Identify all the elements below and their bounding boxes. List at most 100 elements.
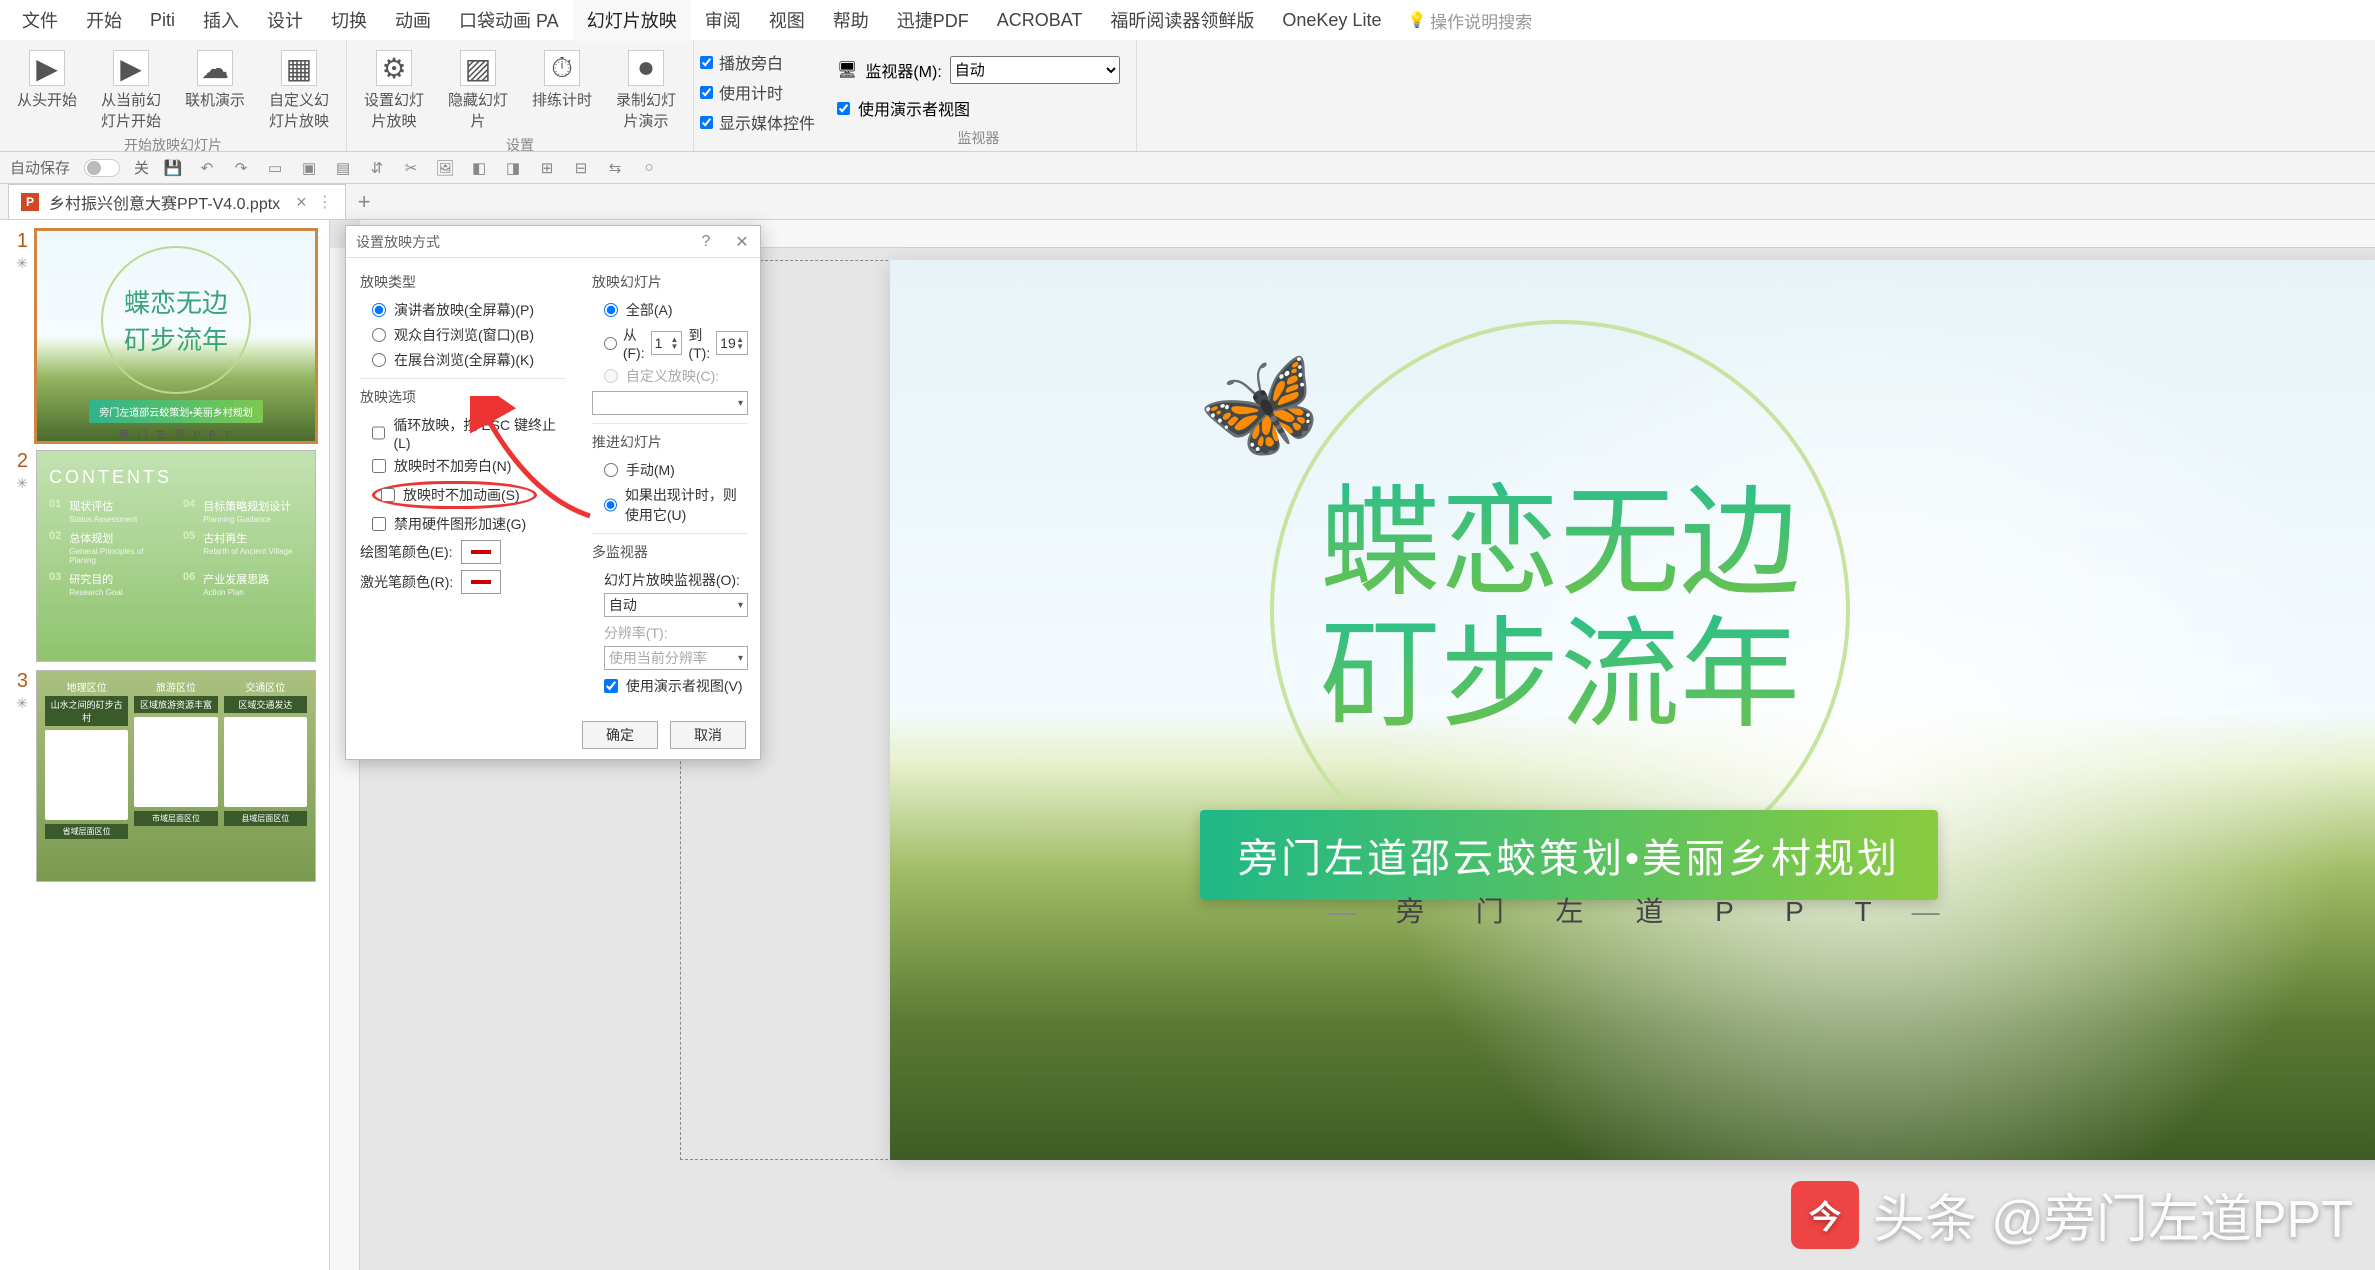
tab-slideshow[interactable]: 幻灯片放映 <box>573 0 691 41</box>
slide-thumbnail-2[interactable]: CONTENTS 01现状评估Status Assessment 04目标策略规… <box>36 450 316 662</box>
resolution-select: 使用当前分辨率▾ <box>604 646 748 670</box>
monitor-select[interactable]: 自动 <box>950 56 1120 84</box>
undo-icon[interactable]: ↶ <box>197 158 217 178</box>
tab-design[interactable]: 设计 <box>253 0 317 41</box>
setup-slideshow-button[interactable]: ⚙设置幻灯片放映 <box>357 46 431 135</box>
qat-icon[interactable]: ⊞ <box>537 158 557 178</box>
dialog-help-button[interactable]: ? <box>688 226 724 258</box>
use-presenter-view-dialog[interactable]: 使用演示者视图(V) <box>604 676 748 696</box>
rehearse-timings-button[interactable]: ⏱排练计时 <box>525 46 599 135</box>
slideshow-monitor-select[interactable]: 自动▾ <box>604 593 748 617</box>
monitor-select-row: 🖥 监视器(M): 自动 <box>831 46 1126 86</box>
show-without-narration[interactable]: 放映时不加旁白(N) <box>372 456 566 476</box>
autosave-value: 关 <box>134 157 149 178</box>
thumbnail-row-1[interactable]: 1✳ 蝶恋无边矴步流年 旁门左道邵云蛟策划•美丽乡村规划 旁 门 左 道 P P… <box>0 226 329 446</box>
qat-icon[interactable]: ◧ <box>469 158 489 178</box>
custom-show-select: ▾ <box>592 391 748 415</box>
ribbon: ▶从头开始 ▶从当前幻灯片开始 ☁联机演示 ▦自定义幻灯片放映 开始放映幻灯片 … <box>0 40 2375 152</box>
tab-foxit[interactable]: 福昕阅读器领鲜版 <box>1096 0 1268 41</box>
thumbnail-row-3[interactable]: 3 ✳ 地理区位山水之间的矴步古村省域层面区位 旅游区位区域旅游资源丰富市域层面区… <box>0 666 329 886</box>
use-timings-check[interactable]: 使用计时 <box>700 80 815 104</box>
from-beginning-button[interactable]: ▶从头开始 <box>10 46 84 135</box>
slides-custom[interactable]: 自定义放映(C): <box>604 366 748 386</box>
cancel-button[interactable]: 取消 <box>670 721 746 749</box>
tab-insert[interactable]: 插入 <box>189 0 253 41</box>
hide-slide-button[interactable]: ▨隐藏幻灯片 <box>441 46 515 135</box>
slides-range[interactable]: 从(F): 1▲▼ 到(T): 19▲▼ <box>604 325 748 361</box>
show-without-animation[interactable]: 放映时不加动画(S) <box>372 481 566 509</box>
qat-icon[interactable]: ▭ <box>265 158 285 178</box>
qat-icon[interactable]: ✂ <box>401 158 421 178</box>
qat-icon[interactable]: 🖼 <box>435 158 455 178</box>
tab-home[interactable]: 开始 <box>72 0 136 41</box>
show-type-browsed[interactable]: 观众自行浏览(窗口)(B) <box>372 325 566 345</box>
group-label-setup: 设置 <box>506 135 534 155</box>
custom-slideshow-button[interactable]: ▦自定义幻灯片放映 <box>262 46 336 135</box>
thumbnail-row-2[interactable]: 2✳ CONTENTS 01现状评估Status Assessment 04目标… <box>0 446 329 666</box>
qat-icon[interactable]: ○ <box>639 158 659 178</box>
loop-until-esc[interactable]: 循环放映，按 ESC 键终止(L) <box>372 415 566 451</box>
tell-me-search[interactable]: 操作说明搜索 <box>1407 8 1532 33</box>
slides-all[interactable]: 全部(A) <box>604 300 748 320</box>
slide-background: 🦋 蝶恋无边 矴步流年 旁门左道邵云蛟策划•美丽乡村规划 旁 门 左 道 P P… <box>890 260 2375 1160</box>
dialog-close-button[interactable]: ✕ <box>724 226 760 258</box>
record-icon: ⏺ <box>628 50 664 86</box>
tab-animations[interactable]: 动画 <box>381 0 445 41</box>
from-current-button[interactable]: ▶从当前幻灯片开始 <box>94 46 168 135</box>
tab-transitions[interactable]: 切换 <box>317 0 381 41</box>
show-type-kiosk[interactable]: 在展台浏览(全屏幕)(K) <box>372 350 566 370</box>
tab-help[interactable]: 帮助 <box>819 0 883 41</box>
qat-icon[interactable]: ▣ <box>299 158 319 178</box>
show-media-controls-check[interactable]: 显示媒体控件 <box>700 110 815 134</box>
from-slide-field[interactable]: 1▲▼ <box>651 331 683 355</box>
present-online-button[interactable]: ☁联机演示 <box>178 46 252 135</box>
redo-icon[interactable]: ↷ <box>231 158 251 178</box>
tab-acrobat[interactable]: ACROBAT <box>983 2 1097 39</box>
advance-timed[interactable]: 如果出现计时，则使用它(U) <box>604 485 748 525</box>
ribbon-group-monitors: 🖥 监视器(M): 自动 使用演示者视图 监视器 <box>821 40 1137 151</box>
play-icon: ▶ <box>29 50 65 86</box>
slide-thumbnail-1[interactable]: 蝶恋无边矴步流年 旁门左道邵云蛟策划•美丽乡村规划 旁 门 左 道 P P T <box>36 230 316 442</box>
play-narration-check[interactable]: 播放旁白 <box>700 50 815 74</box>
qat-icon[interactable]: ⇵ <box>367 158 387 178</box>
qat-icon[interactable]: ▤ <box>333 158 353 178</box>
tab-pa[interactable]: 口袋动画 PA <box>445 0 573 41</box>
slide-canvas[interactable]: 🦋 蝶恋无边 矴步流年 旁门左道邵云蛟策划•美丽乡村规划 旁 门 左 道 P P… <box>890 260 2375 1160</box>
map-placeholder <box>224 717 307 807</box>
tab-view[interactable]: 视图 <box>755 0 819 41</box>
tab-pdf[interactable]: 迅捷PDF <box>883 0 983 41</box>
slide-thumbnail-3[interactable]: 地理区位山水之间的矴步古村省域层面区位 旅游区位区域旅游资源丰富市域层面区位 交… <box>36 670 316 882</box>
resolution-label: 分辨率(T): <box>604 625 668 641</box>
pen-color-label: 绘图笔颜色(E): <box>360 542 453 562</box>
qat-icon[interactable]: ⇆ <box>605 158 625 178</box>
tab-onekey[interactable]: OneKey Lite <box>1268 2 1395 39</box>
tab-review[interactable]: 审阅 <box>691 0 755 41</box>
slide-number: 3 <box>8 670 28 693</box>
save-icon[interactable]: 💾 <box>163 158 183 178</box>
online-icon: ☁ <box>197 50 233 86</box>
disable-hw-accel[interactable]: 禁用硬件图形加速(G) <box>372 514 566 534</box>
ok-button[interactable]: 确定 <box>582 721 658 749</box>
close-tab-icon[interactable]: × <box>296 192 307 213</box>
autosave-toggle[interactable] <box>84 159 120 177</box>
toutiao-logo-icon: 今 <box>1791 1181 1859 1249</box>
document-tab[interactable]: P 乡村振兴创意大赛PPT-V4.0.pptx × ⋮ <box>8 184 346 219</box>
tab-menu-icon[interactable]: ⋮ <box>317 192 333 212</box>
laser-color-button[interactable] <box>461 570 501 594</box>
show-type-presenter[interactable]: 演讲者放映(全屏幕)(P) <box>372 300 566 320</box>
new-tab-button[interactable]: + <box>358 189 371 215</box>
monitor-label: 监视器(M): <box>865 58 941 82</box>
pen-color-button[interactable] <box>461 540 501 564</box>
qat-icon[interactable]: ◨ <box>503 158 523 178</box>
to-slide-field[interactable]: 19▲▼ <box>716 331 748 355</box>
qat-icon[interactable]: ⊟ <box>571 158 591 178</box>
record-slideshow-button[interactable]: ⏺录制幻灯片演示 <box>609 46 683 135</box>
lightbulb-icon <box>1407 10 1426 30</box>
tab-file[interactable]: 文件 <box>8 0 72 41</box>
advance-manual[interactable]: 手动(M) <box>604 460 748 480</box>
use-presenter-view-check[interactable]: 使用演示者视图 <box>831 86 1126 122</box>
slide-thumbnails-panel[interactable]: 1✳ 蝶恋无边矴步流年 旁门左道邵云蛟策划•美丽乡村规划 旁 门 左 道 P P… <box>0 220 330 1270</box>
monitor-icon: 🖥 <box>837 60 857 80</box>
tab-piti[interactable]: Piti <box>136 2 189 39</box>
animation-indicator-icon: ✳ <box>16 695 28 712</box>
